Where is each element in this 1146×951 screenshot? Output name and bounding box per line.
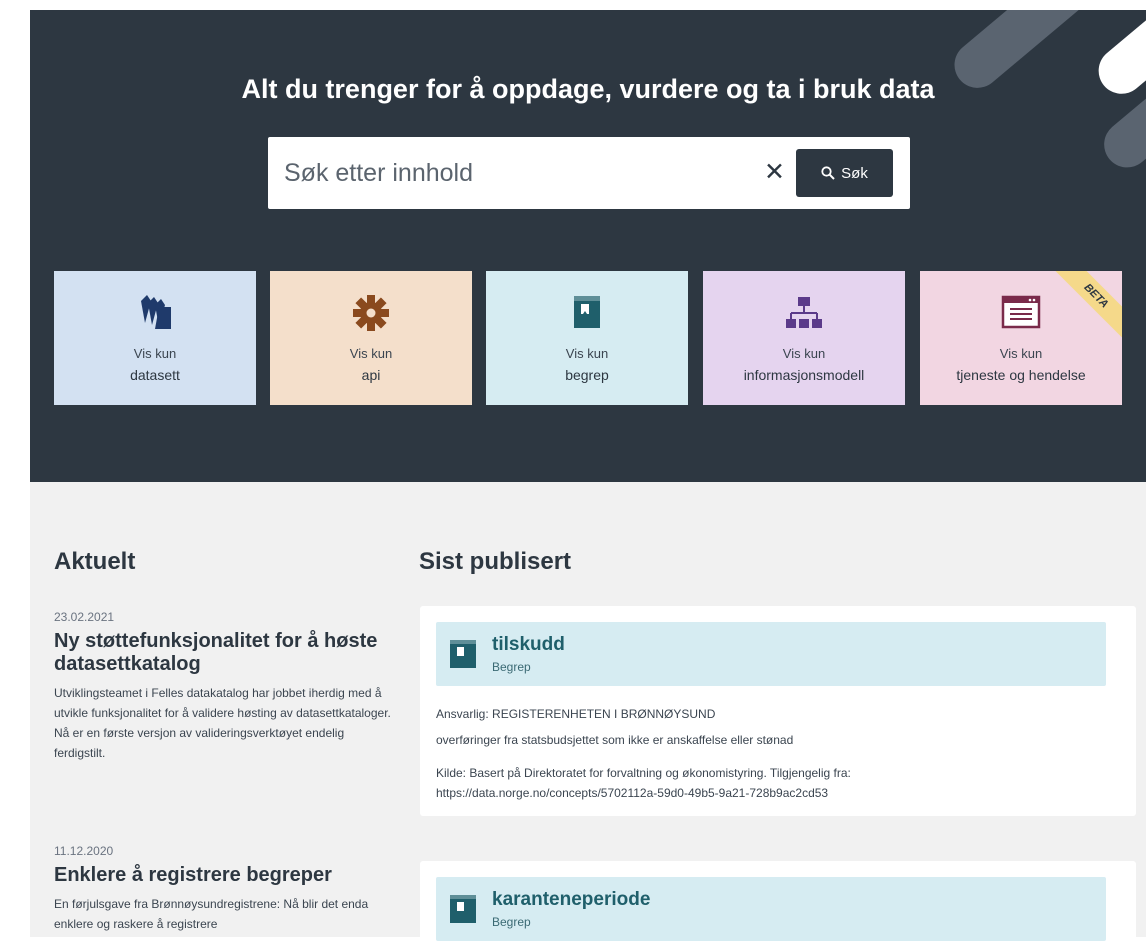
card-header: tilskudd Begrep	[436, 622, 1106, 686]
tile-informasjonsmodell[interactable]: Vis kun informasjonsmodell	[703, 271, 905, 405]
tile-line1: Vis kun	[782, 346, 826, 361]
card-definition: overføringer fra statsbudsjettet som ikk…	[436, 733, 794, 747]
news-date: 23.02.2021	[54, 610, 115, 624]
search-hit-card[interactable]: karanteneperiode Begrep	[420, 861, 1136, 951]
concept-book-icon	[448, 638, 478, 675]
tile-tjeneste-og-hendelse[interactable]: BETA Vis kun tjeneste og hendelse	[920, 271, 1122, 405]
news-title[interactable]: Enklere å registrere begreper	[54, 864, 394, 887]
clear-search-button[interactable]: ✕	[764, 160, 785, 185]
tile-line2: api	[361, 367, 381, 383]
hero-title: Alt du trenger for å oppdage, vurdere og…	[241, 74, 935, 104]
tile-line1: Vis kun	[133, 346, 177, 361]
card-source-url[interactable]: https://data.norge.no/concepts/5702112a-…	[436, 783, 1126, 803]
news-date: 11.12.2020	[54, 844, 114, 858]
concept-book-icon	[486, 293, 688, 339]
tile-line1: Vis kun	[999, 346, 1043, 361]
card-title[interactable]: karanteneperiode	[492, 889, 650, 911]
tile-line2: informasjonsmodell	[743, 367, 865, 383]
information-model-icon	[703, 293, 905, 339]
tile-line1: Vis kun	[565, 346, 609, 361]
api-gear-icon	[270, 293, 472, 339]
tile-api[interactable]: Vis kun api	[270, 271, 472, 405]
search-icon	[821, 166, 835, 180]
tile-line2: datasett	[130, 367, 180, 383]
card-type: Begrep	[492, 660, 531, 674]
dataset-icon	[54, 293, 256, 339]
news-heading: Aktuelt	[54, 548, 136, 575]
news-item[interactable]: 23.02.2021 Ny støttefunksjonalitet for å…	[54, 610, 394, 763]
service-window-icon	[920, 293, 1122, 339]
tile-line1: Vis kun	[349, 346, 393, 361]
news-title[interactable]: Ny støttefunksjonalitet for å høste data…	[54, 630, 394, 676]
search-button[interactable]: Søk	[796, 149, 893, 197]
filter-tiles: Vis kun datasett Vis kun api Vis kun beg…	[30, 271, 1146, 405]
tile-datasett[interactable]: Vis kun datasett	[54, 271, 256, 405]
card-type: Begrep	[492, 915, 531, 929]
latest-heading: Sist publisert	[419, 548, 572, 575]
tile-line2: tjeneste og hendelse	[956, 367, 1086, 383]
tile-line2: begrep	[565, 367, 609, 383]
card-responsible: Ansvarlig: REGISTERENHETEN I BRØNNØYSUND	[436, 707, 716, 721]
card-title[interactable]: tilskudd	[492, 634, 565, 656]
search-hit-card[interactable]: tilskudd Begrep Ansvarlig: REGISTERENHET…	[420, 606, 1136, 816]
news-item[interactable]: 11.12.2020 Enklere å registrere begreper…	[54, 844, 394, 934]
main-content: Aktuelt Sist publisert 23.02.2021 Ny stø…	[30, 482, 1146, 951]
hero-banner: Alt du trenger for å oppdage, vurdere og…	[30, 10, 1146, 482]
news-body: Utviklingsteamet i Felles datakatalog ha…	[54, 686, 391, 760]
news-body: En førjulsgave fra Brønnøysundregistrene…	[54, 897, 369, 931]
search-button-label: Søk	[841, 164, 868, 182]
card-header: karanteneperiode Begrep	[436, 877, 1106, 941]
search-box: ✕ Søk	[268, 137, 910, 209]
tile-begrep[interactable]: Vis kun begrep	[486, 271, 688, 405]
concept-book-icon	[448, 893, 478, 930]
card-source: Kilde: Basert på Direktoratet for forval…	[436, 766, 851, 780]
search-input[interactable]	[282, 149, 756, 197]
